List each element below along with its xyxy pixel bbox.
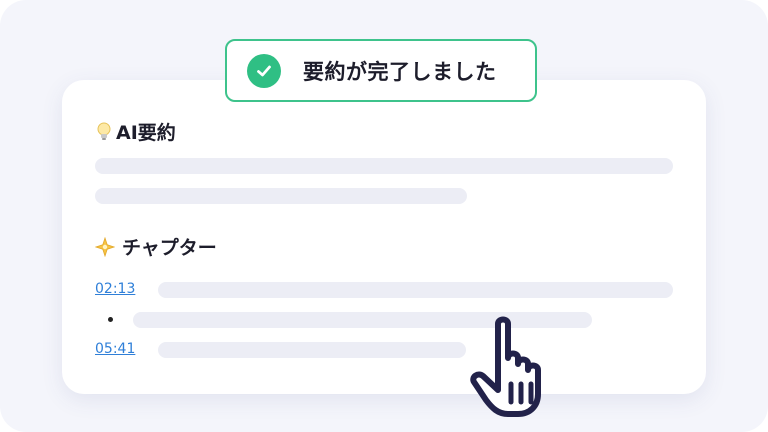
- check-circle-icon: [247, 53, 281, 88]
- toast-message: 要約が完了しました: [303, 59, 497, 84]
- chapters-title: チャプター: [122, 237, 217, 259]
- hand-pointer-icon: [470, 314, 574, 422]
- ai-summary-title: AI要約: [116, 122, 176, 144]
- summary-line-placeholder: [95, 188, 467, 204]
- stage-background: AI要約 チャプター 02:13 05:41 要約が完了しました: [0, 0, 768, 432]
- summary-card: AI要約 チャプター 02:13 05:41: [62, 80, 706, 394]
- lightbulb-icon: [96, 122, 112, 142]
- chapter-line-placeholder: [158, 342, 466, 358]
- list-bullet: [108, 317, 113, 322]
- ai-summary-heading: AI要約: [96, 118, 176, 145]
- chapters-heading: チャプター: [95, 233, 217, 260]
- chapter-timestamp-link[interactable]: 02:13: [95, 281, 135, 297]
- summary-line-placeholder: [95, 158, 673, 174]
- sparkle-star-icon: [95, 236, 115, 257]
- success-toast: 要約が完了しました: [225, 39, 537, 102]
- chapter-line-placeholder: [158, 282, 673, 298]
- chapter-timestamp-link[interactable]: 05:41: [95, 341, 135, 357]
